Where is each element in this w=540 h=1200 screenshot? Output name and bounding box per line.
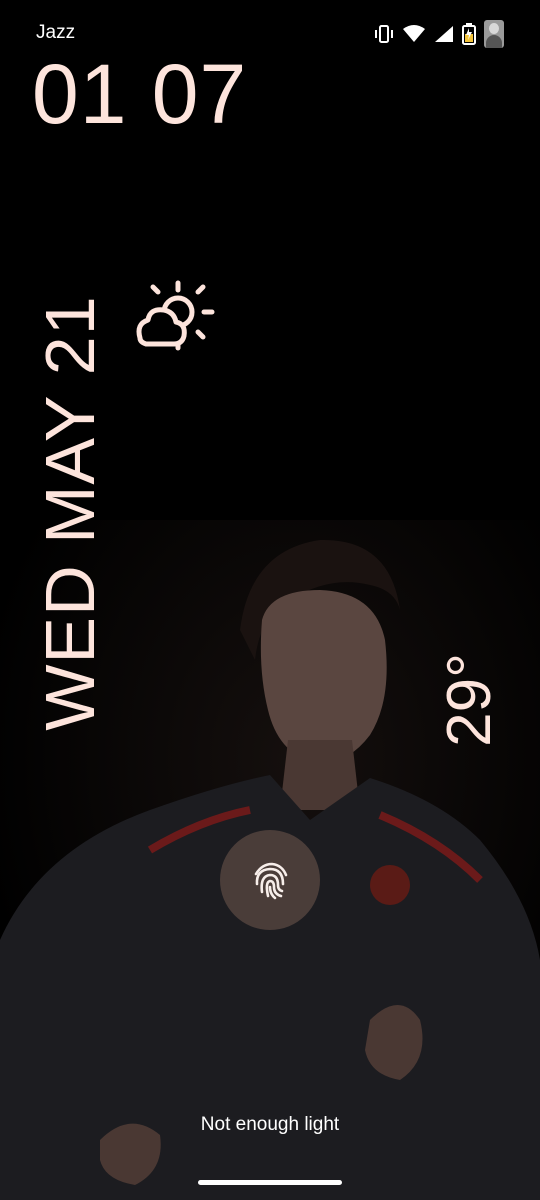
status-icons [374, 18, 504, 50]
fingerprint-hint: Not enough light [200, 1114, 340, 1135]
partly-cloudy-icon [136, 280, 215, 351]
temperature-container: 29° [435, 640, 504, 760]
wifi-icon [403, 25, 425, 42]
lockscreen-clock: 01 07 [32, 47, 248, 141]
fingerprint-icon [254, 862, 288, 900]
fingerprint-unlock-button[interactable] [220, 830, 320, 930]
lockscreen-date: WED MAY 21 [31, 295, 109, 731]
carrier-label: Jazz [36, 22, 76, 43]
date-container: WED MAY 21 [31, 278, 109, 748]
signal-icon [435, 26, 453, 42]
profile-avatar [484, 20, 504, 48]
battery-charging-icon [462, 23, 476, 45]
vibrate-icon [375, 25, 393, 43]
temperature-label: 29° [435, 653, 504, 747]
gesture-nav-handle[interactable] [198, 1180, 342, 1185]
